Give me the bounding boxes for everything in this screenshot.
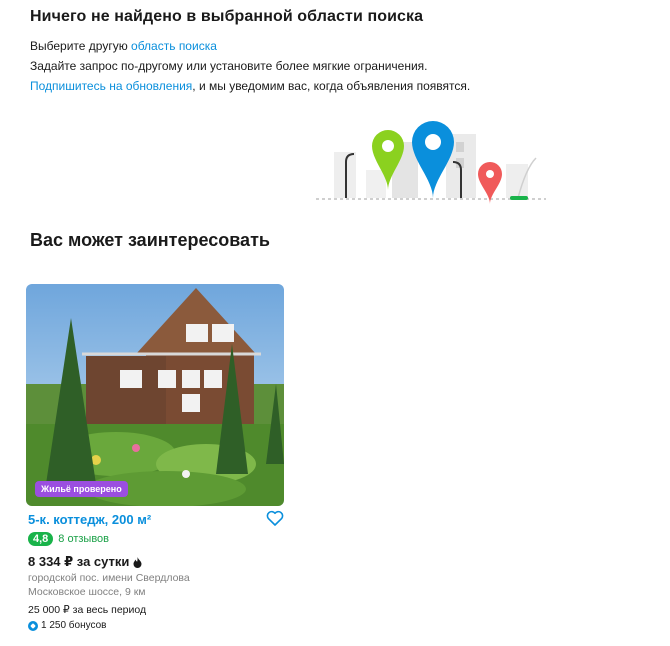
flame-icon	[133, 556, 142, 568]
recommendations-title: Вас может заинтересовать	[30, 230, 270, 250]
bonus-row: 1 250 бонусов	[28, 620, 107, 631]
empty-state-title: Ничего не найдено в выбранной области по…	[30, 8, 424, 25]
verified-badge: Жильё проверено	[35, 481, 128, 497]
rating-badge: 4,8	[28, 532, 54, 546]
listing-card[interactable]: Жильё проверено 5-к. коттедж, 200 м² 4,8…	[26, 284, 286, 631]
empty-state-illustration	[306, 112, 556, 208]
empty-state-line-3: Подпишитесь на обновления, и мы уведомим…	[30, 76, 470, 96]
empty-state-line-1: Выберите другую область поиска	[30, 36, 470, 56]
bonus-text: 1 250 бонусов	[41, 620, 107, 631]
price-text: 8 334 ₽ за сутки	[28, 554, 130, 569]
address-line-2: Московское шоссе, 9 км	[28, 586, 146, 598]
subscribe-updates-link[interactable]: Подпишитесь на обновления	[30, 79, 192, 93]
listing-photo[interactable]: Жильё проверено	[26, 284, 284, 506]
listing-title[interactable]: 5-к. коттедж, 200 м²	[28, 512, 151, 527]
empty-state-text: Выберите другую область поиска Задайте з…	[30, 36, 470, 96]
line3-suffix: , и мы уведомим вас, когда объявления по…	[192, 79, 471, 93]
price: 8 334 ₽ за сутки	[28, 554, 142, 570]
reviews-link[interactable]: 8 отзывов	[58, 533, 109, 545]
empty-state-line-2: Задайте запрос по-другому или установите…	[30, 59, 428, 73]
address-line-1: городской пос. имени Свердлова	[28, 572, 190, 584]
total-price: 25 000 ₽ за весь период	[28, 604, 147, 616]
bonus-icon	[28, 620, 38, 631]
heart-icon[interactable]	[266, 510, 284, 526]
rating-row: 4,8 8 отзывов	[28, 532, 109, 546]
search-area-link[interactable]: область поиска	[131, 39, 217, 53]
line1-prefix: Выберите другую	[30, 39, 132, 53]
